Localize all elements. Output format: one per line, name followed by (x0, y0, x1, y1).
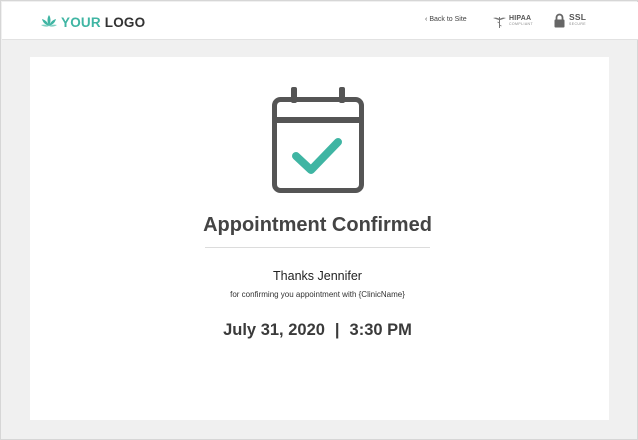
hipaa-label: HIPAA (509, 15, 532, 22)
calendar-check-icon (272, 87, 364, 193)
ssl-sublabel: SECURE (569, 21, 586, 26)
chevron-left-icon: ‹ (425, 16, 428, 23)
logo-text-your: YOUR (61, 14, 101, 30)
hipaa-sublabel: COMPLIANT (509, 22, 534, 26)
page-frame: YOUR LOGO ‹ Back to Site HIPAA COMPLIANT (0, 0, 638, 440)
confirmation-card: Appointment Confirmed Thanks Jennifer fo… (30, 57, 609, 420)
ssl-label: SSL (569, 12, 587, 22)
brand-logo[interactable]: YOUR LOGO (40, 12, 145, 32)
appointment-time: 3:30 PM (349, 321, 412, 339)
leaf-logo-icon (41, 15, 57, 27)
title-divider (205, 247, 430, 248)
confirmation-title: Appointment Confirmed (203, 214, 432, 236)
ssl-badge: SSL SECURE (554, 13, 586, 28)
back-to-site-link[interactable]: ‹ Back to Site (425, 16, 467, 23)
hipaa-badge: HIPAA COMPLIANT (492, 15, 533, 29)
logo-text-logo: LOGO (104, 14, 146, 30)
back-to-site-label: Back to Site (429, 16, 467, 23)
thanks-message: Thanks Jennifer (273, 269, 362, 283)
confirmation-detail: for confirming you appointment with {Cli… (230, 290, 405, 299)
lock-icon (554, 13, 565, 28)
appointment-datetime: July 31, 2020 | 3:30 PM (30, 321, 605, 340)
caduceus-icon (493, 17, 506, 28)
top-bar: YOUR LOGO ‹ Back to Site HIPAA COMPLIANT (2, 2, 638, 40)
appointment-date: July 31, 2020 (223, 321, 325, 339)
datetime-separator: | (334, 321, 340, 339)
